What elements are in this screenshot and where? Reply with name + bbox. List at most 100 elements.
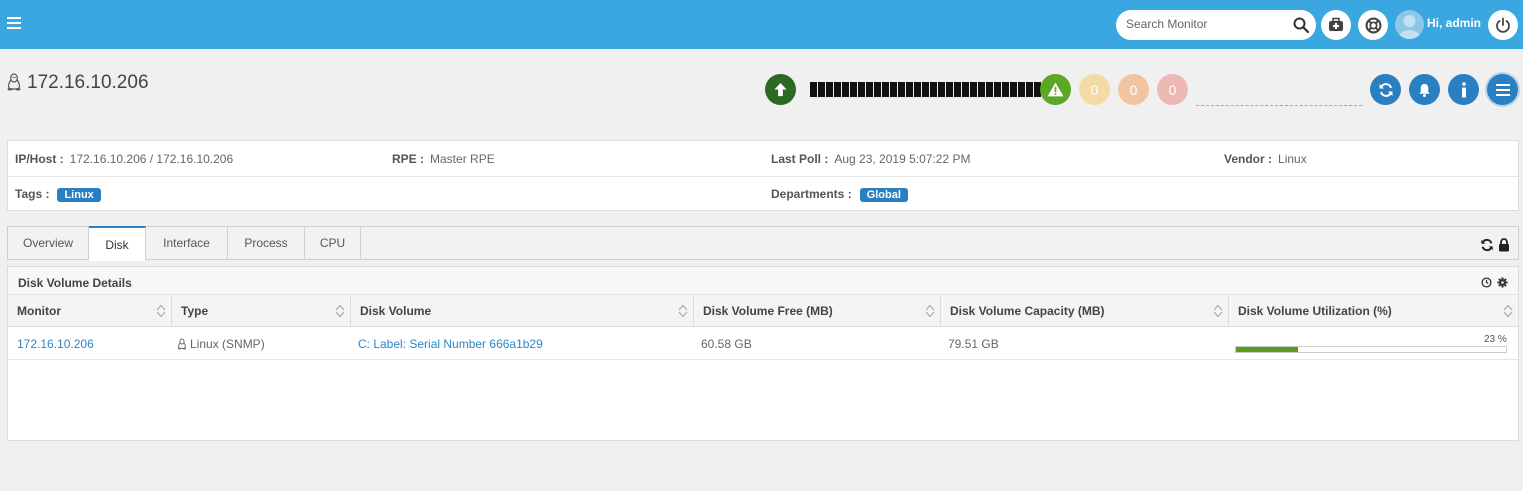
bell-icon bbox=[1419, 83, 1430, 97]
column-header-monitor[interactable]: Monitor bbox=[8, 295, 172, 327]
search-icon[interactable] bbox=[1293, 17, 1309, 33]
availability-segment bbox=[890, 82, 897, 97]
column-header-utilization[interactable]: Disk Volume Utilization (%) bbox=[1229, 295, 1518, 327]
availability-segment bbox=[818, 82, 825, 97]
tab-cpu[interactable]: CPU bbox=[305, 226, 361, 260]
departments-label: Departments : bbox=[771, 187, 852, 201]
menu-icon[interactable] bbox=[7, 17, 21, 30]
rpe-label: RPE : bbox=[392, 152, 425, 166]
disk-volume-panel: Disk Volume Details Monitor Type Disk Vo… bbox=[7, 266, 1519, 441]
tags-label: Tags : bbox=[15, 187, 50, 201]
rpe-info: RPE : Master RPE bbox=[392, 152, 495, 166]
free-value: 60.58 GB bbox=[701, 336, 752, 351]
critical-alert-count[interactable]: 0 bbox=[1079, 74, 1110, 105]
availability-segment bbox=[874, 82, 881, 97]
lock-icon[interactable] bbox=[1498, 238, 1510, 252]
availability-segment bbox=[970, 82, 977, 97]
department-badge[interactable]: Global bbox=[859, 188, 908, 202]
power-icon bbox=[1496, 17, 1510, 33]
help-button[interactable] bbox=[1358, 10, 1388, 40]
tab-overview[interactable]: Overview bbox=[8, 226, 89, 260]
availability-segment bbox=[1002, 82, 1009, 97]
sort-icon[interactable] bbox=[925, 304, 935, 318]
column-header-type[interactable]: Type bbox=[172, 295, 351, 327]
availability-segment bbox=[850, 82, 857, 97]
availability-segment bbox=[882, 82, 889, 97]
status-up-indicator bbox=[765, 74, 796, 105]
info-button[interactable] bbox=[1448, 74, 1479, 105]
availability-segment bbox=[866, 82, 873, 97]
column-header-label: Type bbox=[181, 304, 209, 318]
tab-disk[interactable]: Disk bbox=[89, 226, 146, 261]
column-header-capacity[interactable]: Disk Volume Capacity (MB) bbox=[941, 295, 1229, 327]
notifications-button[interactable] bbox=[1409, 74, 1440, 105]
utilization-bar bbox=[1235, 346, 1507, 353]
sort-icon[interactable] bbox=[678, 304, 688, 318]
list-icon bbox=[1495, 83, 1510, 96]
availability-segment bbox=[938, 82, 945, 97]
capacity-value: 79.51 GB bbox=[948, 336, 999, 351]
disk-volume-link[interactable]: C: Label: Serial Number 666a1b29 bbox=[358, 327, 543, 360]
toolbox-icon bbox=[1329, 17, 1343, 31]
panel-tools bbox=[1481, 277, 1508, 288]
panel-title: Disk Volume Details bbox=[18, 276, 132, 290]
column-header-label: Disk Volume bbox=[360, 304, 432, 318]
vendor-label: Vendor : bbox=[1224, 152, 1273, 166]
tag-badge[interactable]: Linux bbox=[57, 188, 101, 202]
more-menu-button[interactable] bbox=[1487, 74, 1518, 105]
availability-bar bbox=[810, 82, 1049, 97]
last-poll-info: Last Poll : Aug 23, 2019 5:07:22 PM bbox=[771, 152, 970, 166]
gear-icon[interactable] bbox=[1497, 277, 1508, 288]
warning-icon bbox=[1047, 82, 1064, 97]
availability-segment bbox=[842, 82, 849, 97]
search-input[interactable] bbox=[1126, 17, 1286, 31]
ip-host-info: IP/Host : 172.16.10.206 / 172.16.10.206 bbox=[15, 152, 233, 166]
sort-icon[interactable] bbox=[335, 304, 345, 318]
availability-segment bbox=[914, 82, 921, 97]
user-greeting[interactable]: Hi, admin bbox=[1427, 16, 1481, 30]
refresh-button[interactable] bbox=[1370, 74, 1401, 105]
minor-alert-count[interactable]: 0 bbox=[1157, 74, 1188, 105]
ip-host-label: IP/Host : bbox=[15, 152, 64, 166]
utilization-percent: 23 % bbox=[1484, 334, 1507, 345]
last-poll-label: Last Poll : bbox=[771, 152, 829, 166]
column-header-label: Disk Volume Utilization (%) bbox=[1238, 304, 1392, 318]
availability-segment bbox=[954, 82, 961, 97]
avatar[interactable] bbox=[1395, 10, 1424, 39]
clock-icon[interactable] bbox=[1481, 277, 1492, 288]
availability-segment bbox=[898, 82, 905, 97]
availability-segment bbox=[922, 82, 929, 97]
tab-interface[interactable]: Interface bbox=[146, 226, 228, 260]
monitor-link[interactable]: 172.16.10.206 bbox=[17, 327, 94, 360]
panel-header: Disk Volume Details bbox=[8, 267, 1518, 295]
page-title: 172.16.10.206 bbox=[27, 72, 149, 93]
toolbox-button[interactable] bbox=[1321, 10, 1351, 40]
ip-host-value: 172.16.10.206 / 172.16.10.206 bbox=[69, 152, 234, 166]
vendor-info: Vendor : Linux bbox=[1224, 152, 1307, 166]
logout-button[interactable] bbox=[1488, 10, 1518, 40]
search-box[interactable] bbox=[1116, 10, 1316, 40]
availability-segment bbox=[1026, 82, 1033, 97]
rpe-value: Master RPE bbox=[430, 152, 495, 166]
availability-segment bbox=[962, 82, 969, 97]
tab-process[interactable]: Process bbox=[228, 226, 305, 260]
availability-segment bbox=[834, 82, 841, 97]
column-header-label: Disk Volume Capacity (MB) bbox=[950, 304, 1105, 318]
availability-segment bbox=[986, 82, 993, 97]
warning-alert-button[interactable] bbox=[1040, 74, 1071, 105]
availability-segment bbox=[930, 82, 937, 97]
column-header-label: Disk Volume Free (MB) bbox=[703, 304, 833, 318]
availability-segment bbox=[1018, 82, 1025, 97]
refresh-icon[interactable] bbox=[1480, 238, 1494, 252]
utilization-bar-fill bbox=[1236, 347, 1299, 352]
major-alert-count[interactable]: 0 bbox=[1118, 74, 1149, 105]
tabs-bar: Overview Disk Interface Process CPU bbox=[7, 226, 1519, 261]
column-header-free[interactable]: Disk Volume Free (MB) bbox=[694, 295, 941, 327]
availability-segment bbox=[978, 82, 985, 97]
sort-icon[interactable] bbox=[1503, 304, 1513, 318]
availability-segment bbox=[810, 82, 817, 97]
info-icon bbox=[1461, 81, 1466, 97]
sort-icon[interactable] bbox=[1213, 304, 1223, 318]
sort-icon[interactable] bbox=[156, 304, 166, 318]
column-header-disk-volume[interactable]: Disk Volume bbox=[351, 295, 694, 327]
